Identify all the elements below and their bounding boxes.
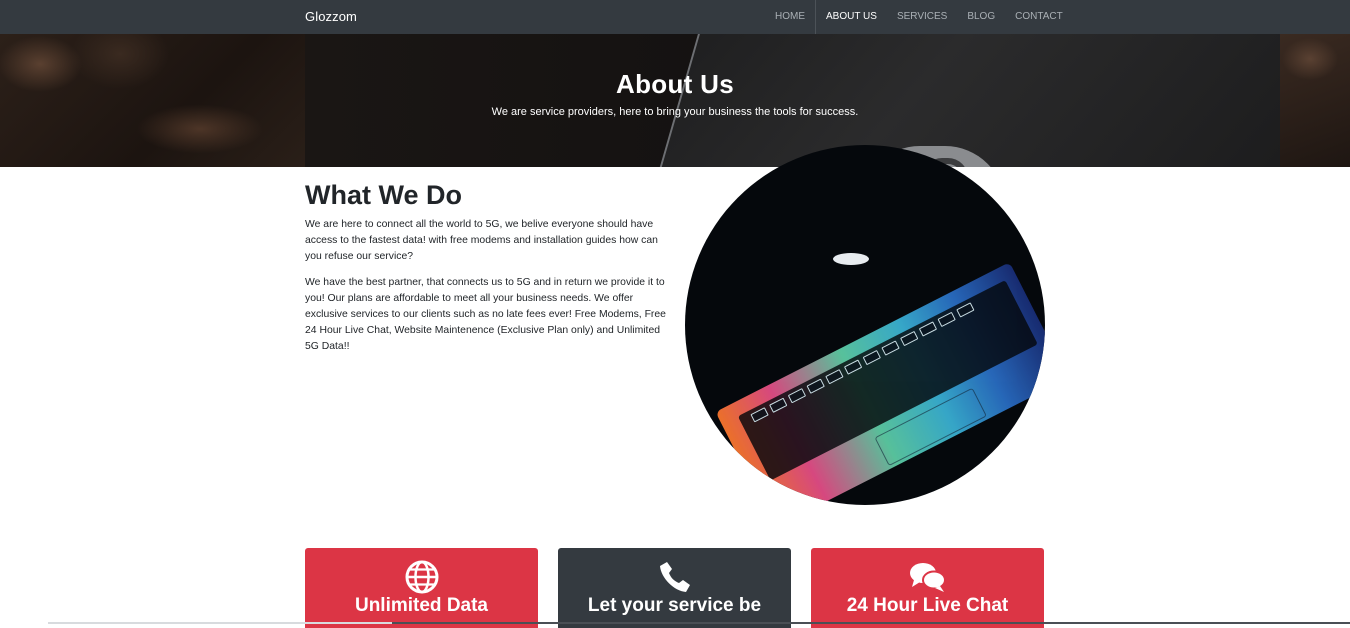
card-live-chat[interactable]: 24 Hour Live Chat bbox=[811, 548, 1044, 628]
nav-links: HOME ABOUT US SERVICES BLOG CONTACT bbox=[765, 0, 1073, 34]
phone-icon bbox=[558, 560, 791, 594]
about-paragraph-2: We have the best partner, that connects … bbox=[305, 277, 666, 352]
apple-logo-icon bbox=[833, 253, 869, 265]
card-service[interactable]: Let your service be bbox=[558, 548, 791, 628]
card-title: Unlimited Data bbox=[354, 595, 489, 616]
card-unlimited-data[interactable]: Unlimited Data bbox=[305, 548, 538, 628]
hero-subtitle: We are service providers, here to bring … bbox=[491, 106, 859, 118]
keyboard-backlight bbox=[715, 262, 1045, 505]
hero-title: About Us bbox=[616, 69, 734, 99]
card-title: 24 Hour Live Chat bbox=[846, 595, 1009, 616]
nav-link-contact[interactable]: CONTACT bbox=[1005, 0, 1073, 34]
card-title: Let your service be bbox=[587, 595, 762, 616]
laptop-keyboard-image bbox=[685, 145, 1045, 505]
hero-background-left bbox=[0, 34, 305, 167]
chat-icon bbox=[811, 560, 1044, 594]
nav-link-about-us[interactable]: ABOUT US bbox=[815, 0, 887, 34]
nav-link-blog[interactable]: BLOG bbox=[957, 0, 1005, 34]
section-title: What We Do bbox=[305, 180, 462, 210]
hero-laptop-image bbox=[646, 34, 1350, 167]
hero-background-image bbox=[305, 34, 1350, 167]
nav-link-services[interactable]: SERVICES bbox=[887, 0, 957, 34]
brand-logo[interactable]: Glozzom bbox=[305, 9, 357, 24]
globe-icon bbox=[305, 560, 538, 594]
hero-banner: About Us We are service providers, here … bbox=[0, 34, 1350, 167]
navbar: Glozzom HOME ABOUT US SERVICES BLOG CONT… bbox=[0, 0, 1350, 34]
about-paragraph-1: We are here to connect all the world to … bbox=[305, 219, 658, 262]
hero-background-right bbox=[1280, 34, 1350, 167]
nav-link-home[interactable]: HOME bbox=[765, 0, 815, 34]
